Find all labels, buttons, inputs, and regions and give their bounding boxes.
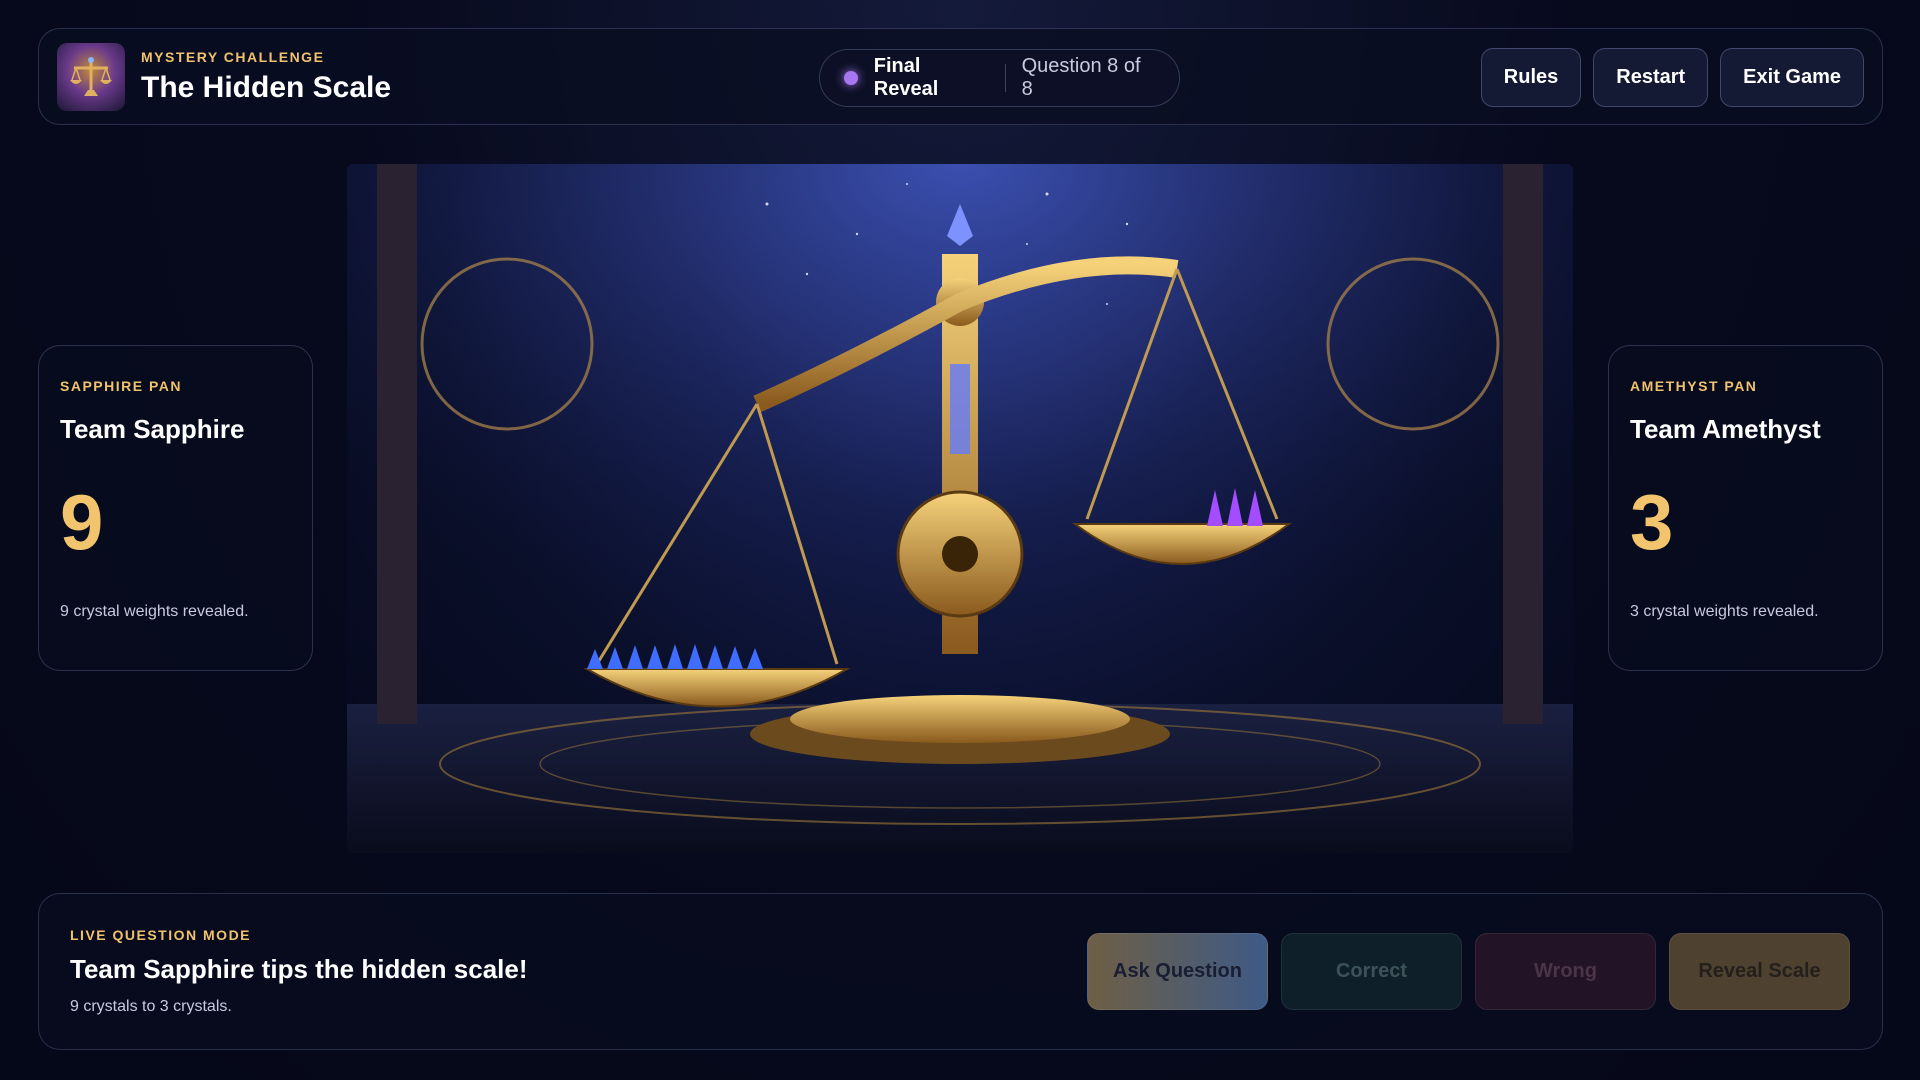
game-title: The Hidden Scale [141,70,392,104]
team-card-amethyst: AMETHYST PAN Team Amethyst 3 3 crystal w… [1608,345,1883,671]
team-note: 3 crystal weights revealed. [1630,603,1819,620]
mode-label: LIVE QUESTION MODE [70,927,252,943]
exit-game-button[interactable]: Exit Game [1720,48,1864,107]
rules-button[interactable]: Rules [1480,48,1582,107]
team-card-sapphire: SAPPHIRE PAN Team Sapphire 9 9 crystal w… [38,345,313,671]
game-category-label: MYSTERY CHALLENGE [141,48,325,65]
title-block: MYSTERY CHALLENGE The Hidden Scale [141,49,391,105]
team-name: Team Sapphire [60,414,245,444]
team-note: 9 crystal weights revealed. [60,603,249,620]
scale-scene-image [347,164,1573,853]
result-subline: 9 crystals to 3 crystals. [70,998,232,1015]
top-bar: MYSTERY CHALLENGE The Hidden Scale Final… [38,28,1883,125]
reveal-scale-button[interactable]: Reveal Scale [1669,933,1850,1010]
game-logo-icon [57,42,125,111]
top-actions: Rules Restart Exit Game [1480,48,1864,107]
status-phase: Final Reveal [873,55,939,100]
team-pan-label: AMETHYST PAN [1630,378,1758,394]
status-divider [1004,64,1006,92]
question-panel: LIVE QUESTION MODE Team Sapphire tips th… [38,893,1883,1050]
wrong-button[interactable]: Wrong [1475,933,1656,1010]
team-name: Team Amethyst [1630,414,1821,444]
scale-illustration [347,164,1573,853]
team-pan-label: SAPPHIRE PAN [60,378,182,394]
ask-question-button[interactable]: Ask Question [1087,933,1268,1010]
host-actions: Ask Question Correct Wrong Reveal Scale [1087,933,1850,1010]
restart-button[interactable]: Restart [1593,48,1709,107]
status-dot-icon [844,71,858,85]
status-pill: Final Reveal Question 8 of 8 [819,49,1180,107]
team-score: 9 [60,478,104,566]
team-score: 3 [1630,478,1674,566]
question-counter: Question 8 of 8 [1021,55,1141,100]
result-headline: Team Sapphire tips the hidden scale! [70,954,528,984]
correct-button[interactable]: Correct [1281,933,1462,1010]
